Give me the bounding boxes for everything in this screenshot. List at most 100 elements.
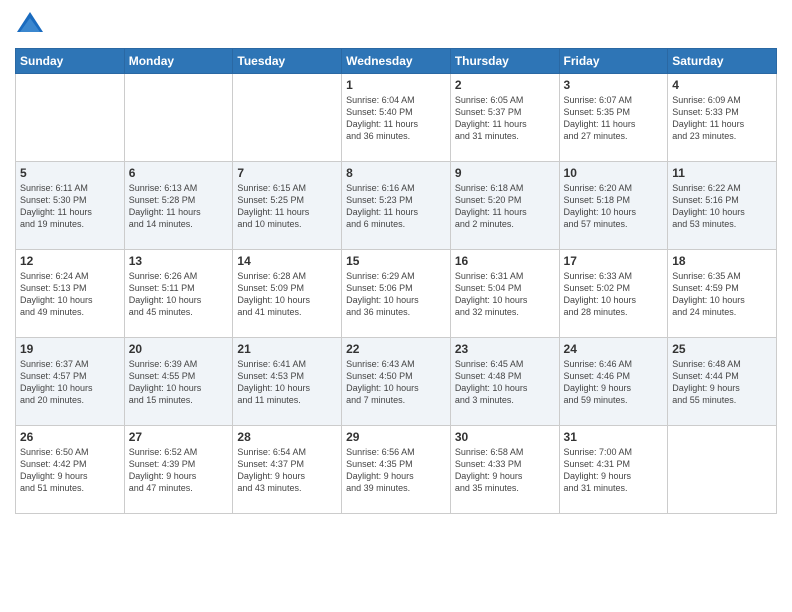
weekday-header: Wednesday — [342, 49, 451, 74]
day-info: Sunrise: 6:18 AM Sunset: 5:20 PM Dayligh… — [455, 182, 555, 231]
day-info: Sunrise: 6:35 AM Sunset: 4:59 PM Dayligh… — [672, 270, 772, 319]
calendar-week-row: 26 Sunrise: 6:50 AM Sunset: 4:42 PM Dayli… — [16, 426, 777, 514]
calendar-cell: 2Sunrise: 6:05 AM Sunset: 5:37 PM Daylig… — [450, 74, 559, 162]
day-info: Sunrise: 6:16 AM Sunset: 5:23 PM Dayligh… — [346, 182, 446, 231]
day-number: 12 — [20, 254, 120, 268]
day-number: 21 — [237, 342, 337, 356]
day-info: Sunrise: 6:15 AM Sunset: 5:25 PM Dayligh… — [237, 182, 337, 231]
calendar-week-row: 5 Sunrise: 6:11 AM Sunset: 5:30 PM Daylig… — [16, 162, 777, 250]
day-info: Sunrise: 6:11 AM Sunset: 5:30 PM Dayligh… — [20, 182, 120, 231]
day-info: Sunrise: 6:41 AM Sunset: 4:53 PM Dayligh… — [237, 358, 337, 407]
calendar-cell: 7 Sunrise: 6:15 AM Sunset: 5:25 PM Daylig… — [233, 162, 342, 250]
weekday-header: Sunday — [16, 49, 125, 74]
weekday-header-row: SundayMondayTuesdayWednesdayThursdayFrid… — [16, 49, 777, 74]
day-number: 8 — [346, 166, 446, 180]
day-number: 16 — [455, 254, 555, 268]
header — [15, 10, 777, 40]
calendar-cell — [124, 74, 233, 162]
day-number: 28 — [237, 430, 337, 444]
day-number: 11 — [672, 166, 772, 180]
calendar-week-row: 1 Sunrise: 6:04 AM Sunset: 5:40 PM Daylig… — [16, 74, 777, 162]
day-info: Sunrise: 6:45 AM Sunset: 4:48 PM Dayligh… — [455, 358, 555, 407]
day-info: Sunrise: 6:43 AM Sunset: 4:50 PM Dayligh… — [346, 358, 446, 407]
day-number: 23 — [455, 342, 555, 356]
calendar-cell: 10 Sunrise: 6:20 AM Sunset: 5:18 PM Dayli… — [559, 162, 668, 250]
day-info: Sunrise: 6:33 AM Sunset: 5:02 PM Dayligh… — [564, 270, 664, 319]
day-info: Sunrise: 6:50 AM Sunset: 4:42 PM Dayligh… — [20, 446, 120, 495]
day-number: 3 — [564, 78, 664, 92]
day-number: 9 — [455, 166, 555, 180]
calendar-cell: 8 Sunrise: 6:16 AM Sunset: 5:23 PM Daylig… — [342, 162, 451, 250]
day-info: Sunrise: 6:20 AM Sunset: 5:18 PM Dayligh… — [564, 182, 664, 231]
calendar-cell: 27 Sunrise: 6:52 AM Sunset: 4:39 PM Dayli… — [124, 426, 233, 514]
day-info: Sunrise: 6:56 AM Sunset: 4:35 PM Dayligh… — [346, 446, 446, 495]
day-info: Sunrise: 7:00 AM Sunset: 4:31 PM Dayligh… — [564, 446, 664, 495]
day-number: 29 — [346, 430, 446, 444]
calendar-cell: 26 Sunrise: 6:50 AM Sunset: 4:42 PM Dayli… — [16, 426, 125, 514]
day-number: 5 — [20, 166, 120, 180]
calendar-cell: 18 Sunrise: 6:35 AM Sunset: 4:59 PM Dayli… — [668, 250, 777, 338]
calendar-cell: 1 Sunrise: 6:04 AM Sunset: 5:40 PM Daylig… — [342, 74, 451, 162]
calendar-cell: 14Sunrise: 6:28 AM Sunset: 5:09 PM Dayli… — [233, 250, 342, 338]
day-info: Sunrise: 6:31 AM Sunset: 5:04 PM Dayligh… — [455, 270, 555, 319]
day-number: 22 — [346, 342, 446, 356]
day-number: 24 — [564, 342, 664, 356]
calendar-cell: 11 Sunrise: 6:22 AM Sunset: 5:16 PM Dayli… — [668, 162, 777, 250]
calendar-cell: 6 Sunrise: 6:13 AM Sunset: 5:28 PM Daylig… — [124, 162, 233, 250]
day-info: Sunrise: 6:54 AM Sunset: 4:37 PM Dayligh… — [237, 446, 337, 495]
calendar-cell: 20Sunrise: 6:39 AM Sunset: 4:55 PM Dayli… — [124, 338, 233, 426]
calendar-cell: 25Sunrise: 6:48 AM Sunset: 4:44 PM Dayli… — [668, 338, 777, 426]
logo-icon — [15, 10, 45, 40]
day-info: Sunrise: 6:52 AM Sunset: 4:39 PM Dayligh… — [129, 446, 229, 495]
calendar-week-row: 12 Sunrise: 6:24 AM Sunset: 5:13 PM Dayli… — [16, 250, 777, 338]
calendar-cell: 30 Sunrise: 6:58 AM Sunset: 4:33 PM Dayli… — [450, 426, 559, 514]
day-info: Sunrise: 6:26 AM Sunset: 5:11 PM Dayligh… — [129, 270, 229, 319]
day-number: 1 — [346, 78, 446, 92]
weekday-header: Tuesday — [233, 49, 342, 74]
day-number: 20 — [129, 342, 229, 356]
day-info: Sunrise: 6:46 AM Sunset: 4:46 PM Dayligh… — [564, 358, 664, 407]
day-info: Sunrise: 6:48 AM Sunset: 4:44 PM Dayligh… — [672, 358, 772, 407]
day-number: 27 — [129, 430, 229, 444]
calendar-cell: 5 Sunrise: 6:11 AM Sunset: 5:30 PM Daylig… — [16, 162, 125, 250]
weekday-header: Monday — [124, 49, 233, 74]
day-number: 7 — [237, 166, 337, 180]
calendar-week-row: 19Sunrise: 6:37 AM Sunset: 4:57 PM Dayli… — [16, 338, 777, 426]
day-info: Sunrise: 6:13 AM Sunset: 5:28 PM Dayligh… — [129, 182, 229, 231]
day-info: Sunrise: 6:09 AM Sunset: 5:33 PM Dayligh… — [672, 94, 772, 143]
calendar-cell: 23 Sunrise: 6:45 AM Sunset: 4:48 PM Dayli… — [450, 338, 559, 426]
weekday-header: Thursday — [450, 49, 559, 74]
calendar-cell: 24 Sunrise: 6:46 AM Sunset: 4:46 PM Dayli… — [559, 338, 668, 426]
day-info: Sunrise: 6:05 AM Sunset: 5:37 PM Dayligh… — [455, 94, 555, 143]
calendar-cell: 19Sunrise: 6:37 AM Sunset: 4:57 PM Dayli… — [16, 338, 125, 426]
calendar-cell — [16, 74, 125, 162]
day-info: Sunrise: 6:28 AM Sunset: 5:09 PM Dayligh… — [237, 270, 337, 319]
calendar-cell: 21 Sunrise: 6:41 AM Sunset: 4:53 PM Dayli… — [233, 338, 342, 426]
day-info: Sunrise: 6:37 AM Sunset: 4:57 PM Dayligh… — [20, 358, 120, 407]
day-number: 6 — [129, 166, 229, 180]
day-info: Sunrise: 6:22 AM Sunset: 5:16 PM Dayligh… — [672, 182, 772, 231]
day-info: Sunrise: 6:07 AM Sunset: 5:35 PM Dayligh… — [564, 94, 664, 143]
day-info: Sunrise: 6:29 AM Sunset: 5:06 PM Dayligh… — [346, 270, 446, 319]
day-info: Sunrise: 6:04 AM Sunset: 5:40 PM Dayligh… — [346, 94, 446, 143]
day-number: 18 — [672, 254, 772, 268]
calendar-cell: 28 Sunrise: 6:54 AM Sunset: 4:37 PM Dayli… — [233, 426, 342, 514]
calendar-cell: 16 Sunrise: 6:31 AM Sunset: 5:04 PM Dayli… — [450, 250, 559, 338]
calendar-cell: 13Sunrise: 6:26 AM Sunset: 5:11 PM Dayli… — [124, 250, 233, 338]
day-number: 4 — [672, 78, 772, 92]
calendar-cell: 15 Sunrise: 6:29 AM Sunset: 5:06 PM Dayli… — [342, 250, 451, 338]
day-number: 30 — [455, 430, 555, 444]
day-number: 31 — [564, 430, 664, 444]
page: SundayMondayTuesdayWednesdayThursdayFrid… — [0, 0, 792, 612]
day-number: 15 — [346, 254, 446, 268]
calendar-cell: 22 Sunrise: 6:43 AM Sunset: 4:50 PM Dayli… — [342, 338, 451, 426]
calendar-cell: 12 Sunrise: 6:24 AM Sunset: 5:13 PM Dayli… — [16, 250, 125, 338]
day-number: 10 — [564, 166, 664, 180]
calendar-cell — [233, 74, 342, 162]
logo — [15, 10, 49, 40]
calendar-cell: 17Sunrise: 6:33 AM Sunset: 5:02 PM Dayli… — [559, 250, 668, 338]
day-info: Sunrise: 6:58 AM Sunset: 4:33 PM Dayligh… — [455, 446, 555, 495]
calendar-cell — [668, 426, 777, 514]
day-number: 26 — [20, 430, 120, 444]
day-info: Sunrise: 6:24 AM Sunset: 5:13 PM Dayligh… — [20, 270, 120, 319]
